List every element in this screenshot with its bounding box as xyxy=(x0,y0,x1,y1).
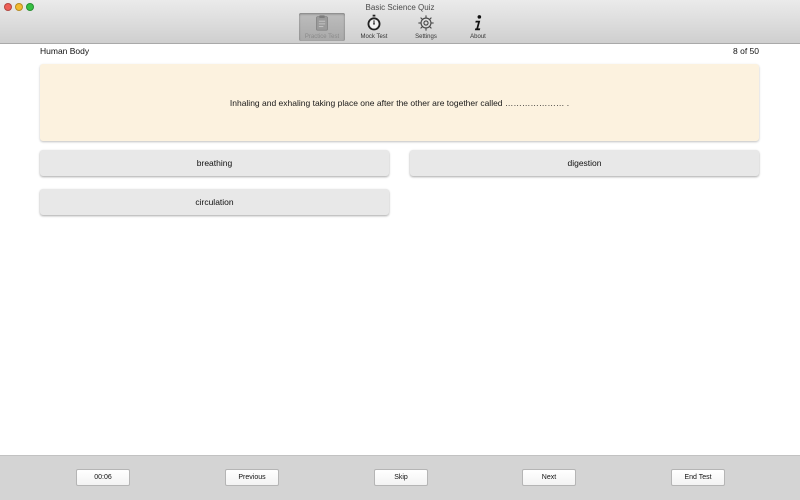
timer-display: 00:06 xyxy=(76,469,130,486)
previous-button[interactable]: Previous xyxy=(225,469,279,486)
next-button[interactable]: Next xyxy=(522,469,576,486)
title-bar: Basic Science Quiz Practice Test Mock Te… xyxy=(0,0,800,44)
skip-button[interactable]: Skip xyxy=(374,469,428,486)
toolbar-practice-test[interactable]: Practice Test xyxy=(299,13,345,41)
question-text: Inhaling and exhaling taking place one a… xyxy=(229,97,570,108)
clipboard-icon xyxy=(316,15,328,31)
question-counter: 8 of 50 xyxy=(733,46,759,56)
toolbar-about[interactable]: About xyxy=(455,13,501,41)
toolbar-settings[interactable]: Settings xyxy=(403,13,449,41)
answer-option-1-label: breathing xyxy=(196,158,233,168)
window-title: Basic Science Quiz xyxy=(365,3,435,12)
question-card: Inhaling and exhaling taking place one a… xyxy=(40,64,759,141)
end-test-button[interactable]: End Test xyxy=(671,469,725,486)
bottom-bar: 00:06 Previous Skip Next End Test xyxy=(0,455,800,500)
answer-option-2[interactable]: digestion xyxy=(410,150,759,176)
quiz-topic: Human Body xyxy=(40,46,90,56)
answer-option-1[interactable]: breathing xyxy=(40,150,389,176)
answer-option-2-label: digestion xyxy=(567,158,602,168)
toolbar-mock-test-label: Mock Test xyxy=(360,34,388,40)
gear-icon xyxy=(418,15,434,31)
toolbar-settings-label: Settings xyxy=(415,34,437,40)
toolbar-about-label: About xyxy=(470,34,486,40)
answer-option-3-label: circulation xyxy=(195,197,234,207)
toolbar-practice-test-label: Practice Test xyxy=(304,34,340,40)
toolbar: Practice Test Mock Test Settings About xyxy=(299,13,507,41)
stopwatch-icon xyxy=(367,14,381,31)
info-icon xyxy=(474,15,482,31)
answer-option-3[interactable]: circulation xyxy=(40,189,389,215)
toolbar-mock-test[interactable]: Mock Test xyxy=(351,13,397,41)
